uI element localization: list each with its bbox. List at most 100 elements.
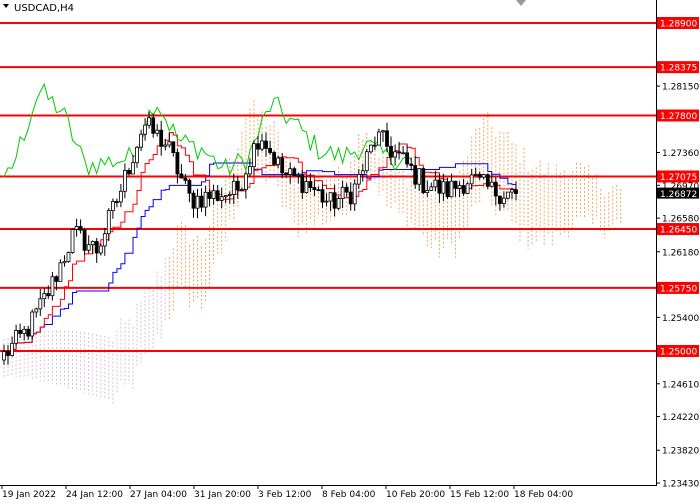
- candle-body: [348, 191, 353, 205]
- candle-body: [10, 342, 15, 356]
- candle-body: [239, 189, 244, 191]
- candle-body: [252, 143, 256, 167]
- candle-body: [54, 276, 59, 282]
- candle-body: [22, 328, 27, 334]
- candle-body: [340, 186, 345, 200]
- candle-body: [106, 210, 111, 235]
- candle-body: [159, 129, 164, 147]
- candle-body: [272, 152, 277, 165]
- candle-body: [127, 169, 131, 175]
- candle-body: [102, 233, 107, 247]
- candle-body: [356, 173, 361, 185]
- candle-body: [66, 252, 71, 262]
- candle-body: [163, 144, 168, 147]
- candle-body: [219, 196, 224, 201]
- candle-body: [203, 191, 208, 208]
- current-price-label: 1.26872: [660, 190, 697, 200]
- candle-body: [264, 140, 268, 149]
- candle-body: [195, 195, 200, 209]
- candle-body: [417, 168, 422, 185]
- candle-body: [135, 146, 139, 164]
- candle-body: [187, 179, 192, 194]
- candle-body: [505, 191, 510, 199]
- candle-body: [405, 152, 410, 165]
- candle-body: [78, 226, 83, 231]
- candle-body: [425, 189, 430, 193]
- time-tick-label: 31 Jan 20:00: [194, 490, 251, 500]
- time-tick-label: 19 Jan 2022: [2, 490, 56, 500]
- candle-body: [514, 189, 518, 194]
- candle-body: [328, 192, 333, 202]
- chart-header: USDCAD,H4: [3, 3, 74, 14]
- candle-body: [183, 177, 188, 181]
- candle-body: [469, 174, 474, 185]
- candle-body: [489, 181, 494, 187]
- candle-body: [215, 190, 220, 201]
- candle-body: [34, 308, 39, 313]
- candle-body: [481, 174, 486, 178]
- candle-body: [276, 157, 281, 165]
- price-chart[interactable]: 1.28150 1.27360 1.26970 1.26580 1.26180 1.254…: [0, 0, 700, 500]
- candle-body: [368, 144, 373, 153]
- candle-body: [477, 173, 482, 178]
- candle-body: [292, 168, 297, 177]
- candle-body: [441, 181, 446, 194]
- candle-body: [171, 141, 176, 154]
- candle-body: [50, 276, 55, 297]
- level-label-1.28900: 1.28900: [660, 20, 697, 30]
- candle-body: [70, 229, 75, 254]
- candle-body: [247, 166, 252, 175]
- candle-body: [94, 241, 99, 254]
- candle-body: [119, 190, 123, 203]
- candle-body: [421, 168, 426, 194]
- candle-body: [284, 172, 289, 175]
- candle-body: [433, 179, 438, 188]
- candle-body: [30, 311, 35, 337]
- candle-body: [2, 351, 6, 361]
- candle-body: [256, 143, 260, 150]
- level-label-1.27075: 1.27075: [660, 173, 697, 183]
- level-label-1.27800: 1.27800: [660, 112, 697, 122]
- candle-body: [14, 329, 19, 344]
- level-label-1.26450: 1.26450: [660, 226, 697, 236]
- candle-body: [90, 241, 95, 246]
- candle-body: [111, 201, 115, 212]
- candle-body: [131, 162, 135, 175]
- candle-body: [397, 151, 402, 154]
- candle-body: [385, 130, 389, 147]
- candle-body: [155, 129, 160, 134]
- candle-body: [401, 152, 406, 155]
- candle-body: [312, 187, 317, 191]
- candle-body: [260, 140, 264, 150]
- candle-body: [223, 195, 228, 198]
- candle-body: [381, 130, 385, 133]
- time-tick-label: 18 Feb 04:00: [514, 490, 573, 500]
- time-tick-label: 15 Feb 12:00: [450, 490, 509, 500]
- candle-body: [493, 181, 498, 197]
- candle-body: [449, 180, 454, 198]
- candle-body: [344, 186, 349, 193]
- candle-body: [82, 229, 87, 251]
- candle-body: [143, 124, 148, 135]
- time-tick-label: 8 Feb 04:00: [322, 490, 376, 500]
- candle-body: [437, 179, 442, 194]
- candle-body: [167, 141, 172, 146]
- price-tick-label: 1.28150: [662, 83, 699, 93]
- price-tick-label: 1.24610: [662, 380, 699, 390]
- candle-body: [300, 174, 305, 193]
- candle-body: [139, 133, 144, 148]
- candle-body: [352, 183, 357, 205]
- candle-body: [98, 245, 103, 254]
- candle-body: [360, 170, 365, 175]
- candle-body: [324, 200, 329, 203]
- candle-body: [497, 195, 502, 205]
- candle-body: [332, 192, 337, 209]
- level-label-1.25750: 1.25750: [660, 284, 697, 294]
- candle-body: [86, 244, 91, 251]
- candle-body: [231, 180, 236, 195]
- candle-body: [336, 198, 341, 209]
- price-tick-label: 1.25400: [662, 314, 699, 324]
- price-tick-label: 1.24220: [662, 413, 699, 423]
- candle-body: [74, 226, 79, 230]
- candle-body: [510, 189, 514, 193]
